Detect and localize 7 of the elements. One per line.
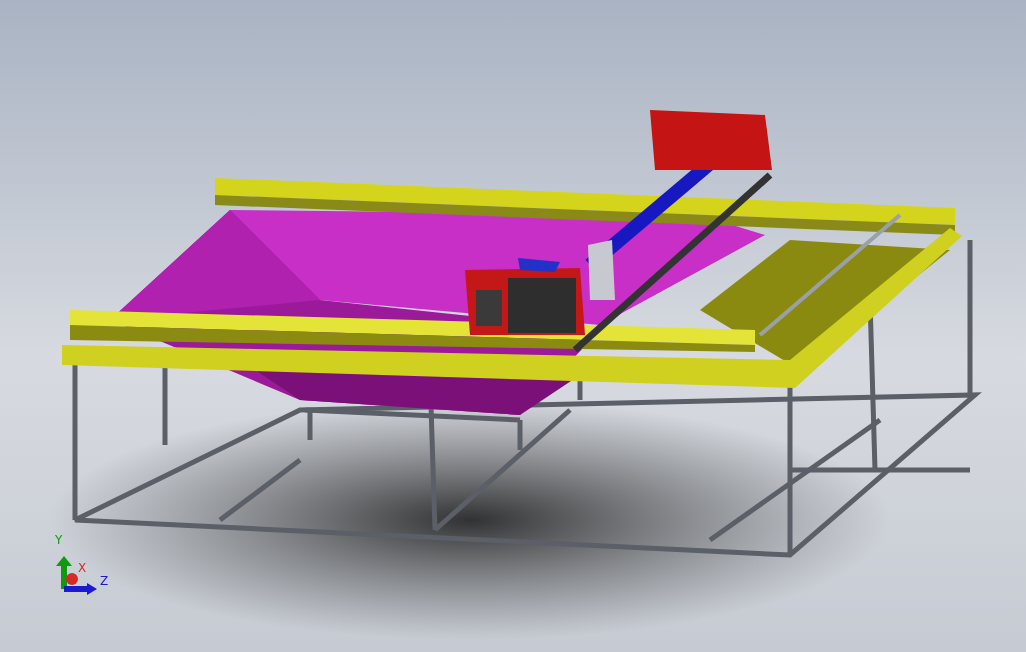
axis-label: Z — [100, 575, 109, 587]
axis-label: X — [78, 562, 87, 574]
axis-label: Y — [55, 534, 63, 546]
y-axis-arrow-icon — [56, 556, 72, 589]
z-axis-arrow-icon — [64, 583, 97, 595]
model-viewport[interactable]: Y X Z — [0, 0, 1026, 652]
x-axis-ball-icon — [66, 573, 78, 585]
